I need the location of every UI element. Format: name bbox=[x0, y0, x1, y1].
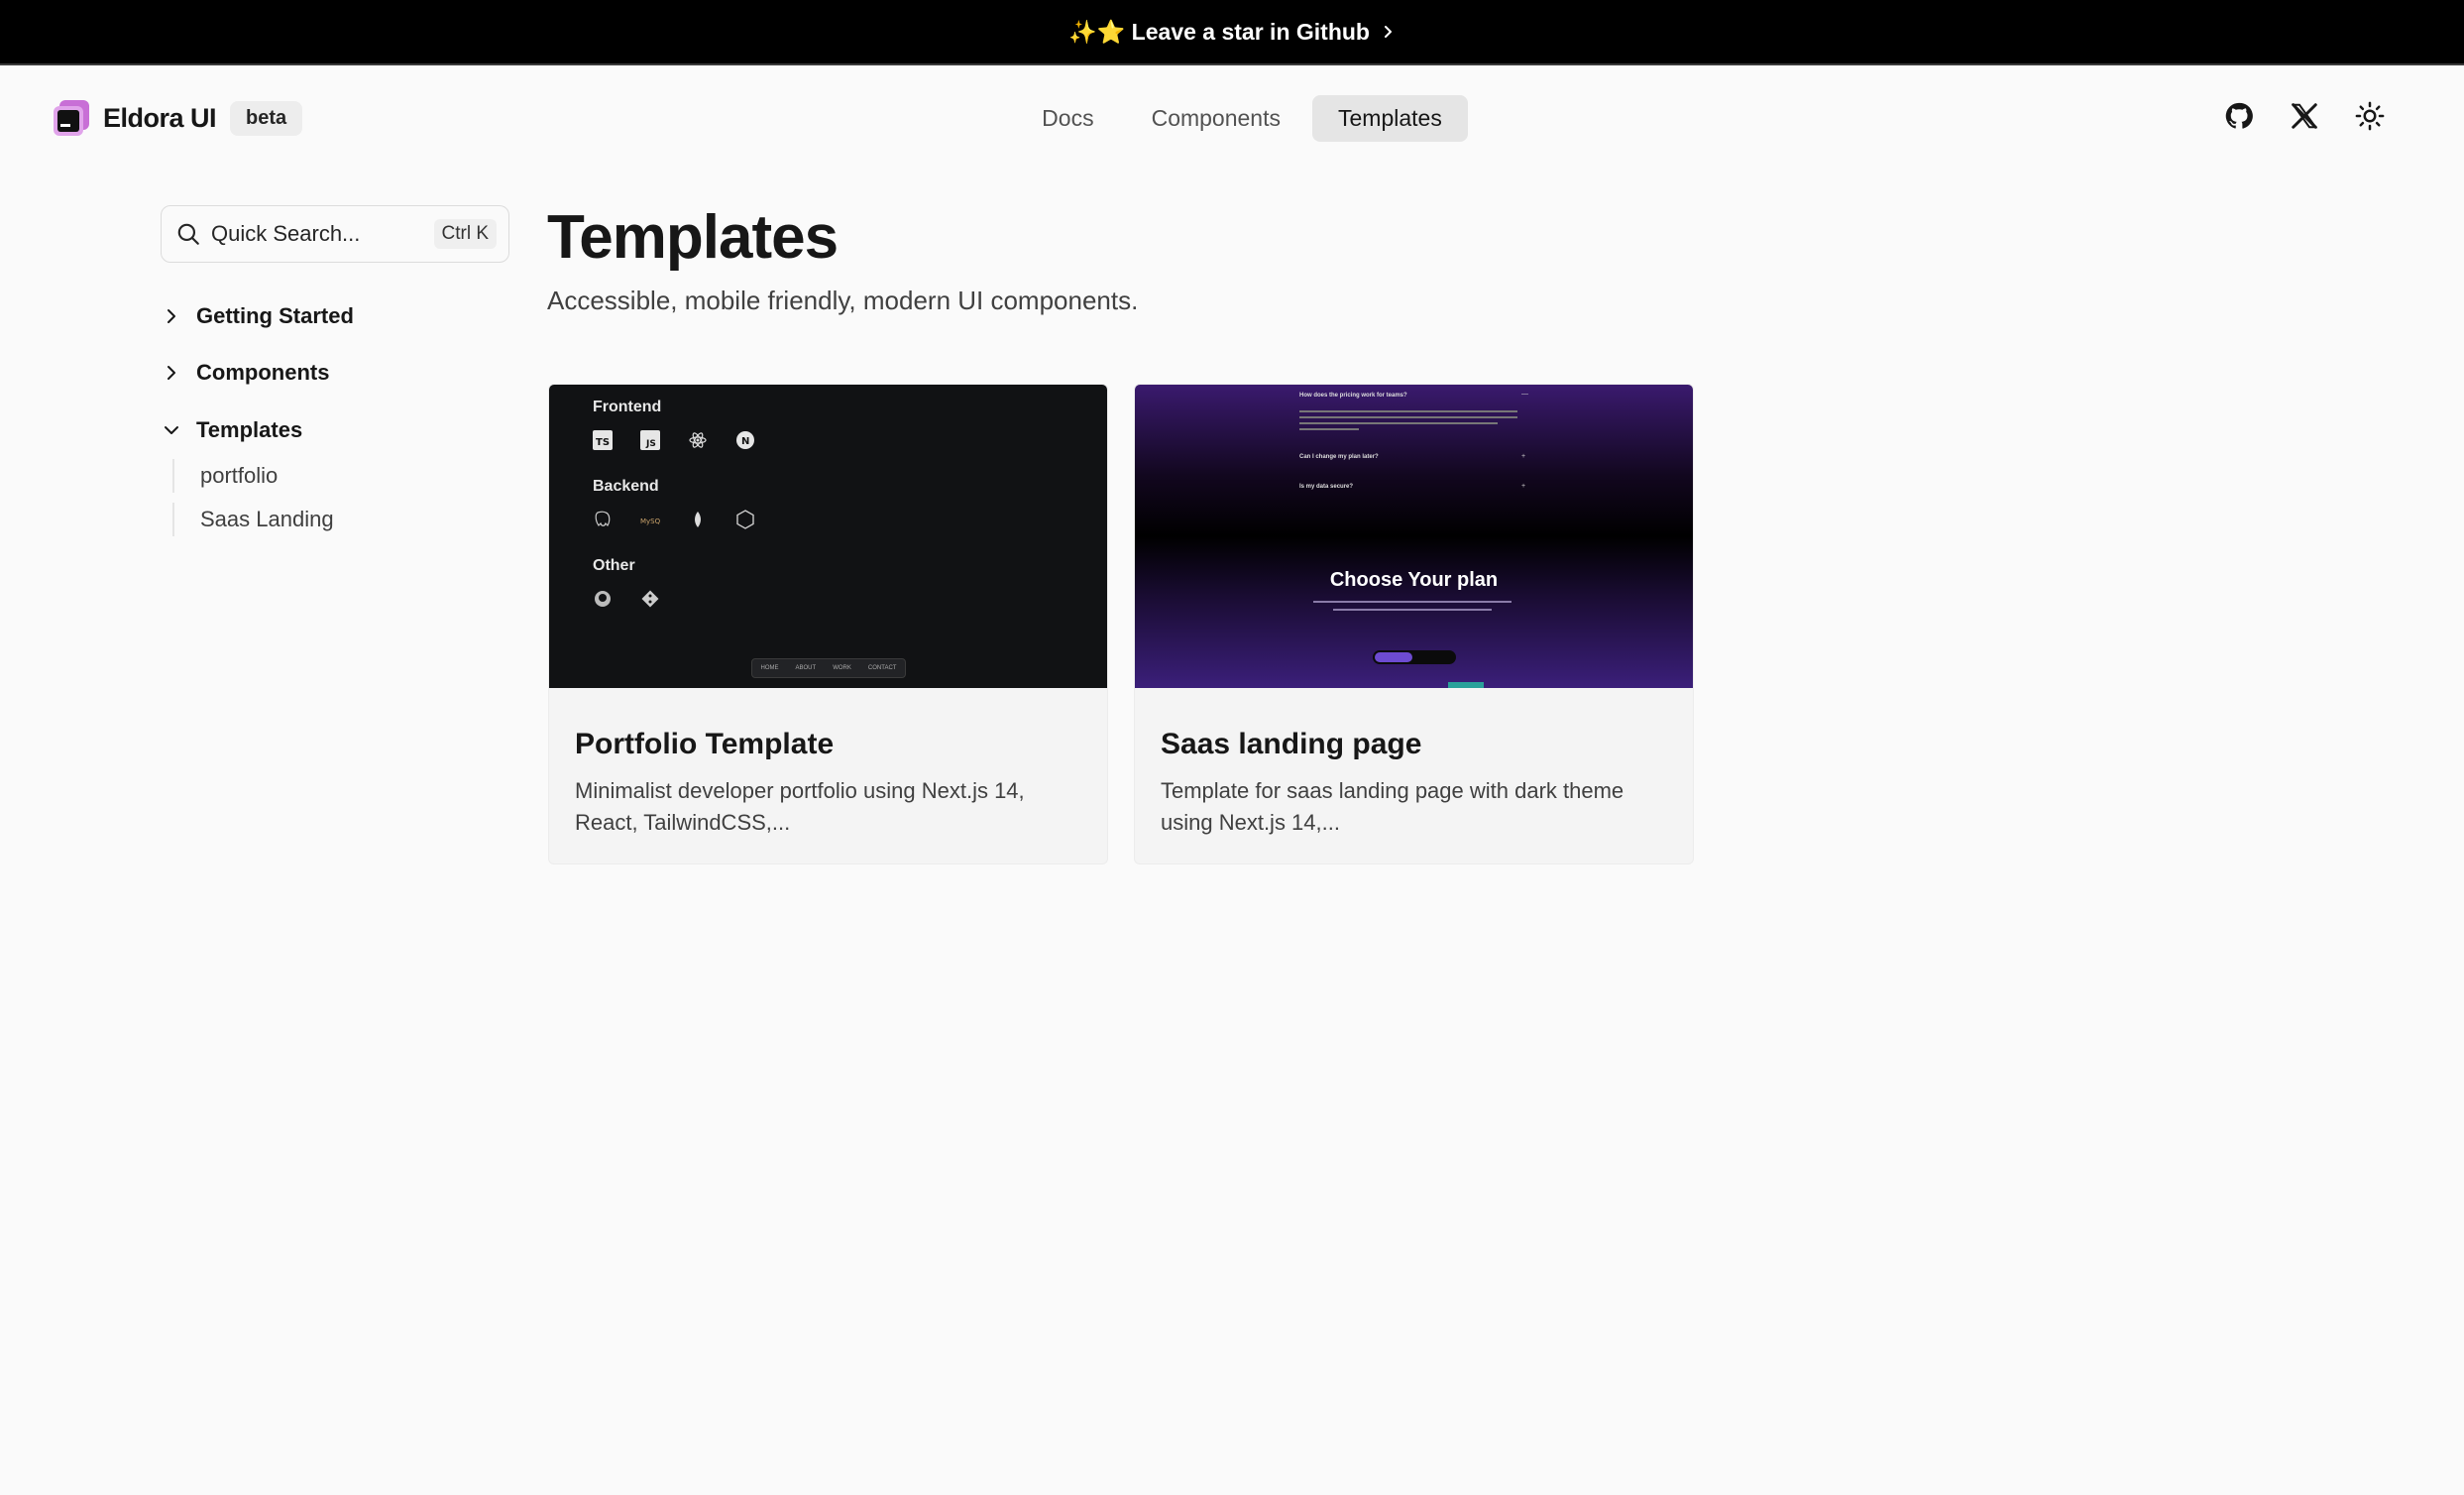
github-icon bbox=[595, 591, 611, 607]
plus-icon: + bbox=[1521, 453, 1526, 460]
preview-faq-answer-line bbox=[1299, 410, 1517, 412]
sidebar-section-label: Components bbox=[196, 360, 330, 385]
github-star-banner[interactable]: ✨⭐ Leave a star in Github bbox=[0, 0, 2464, 65]
search-placeholder: Quick Search... bbox=[211, 221, 361, 246]
quick-search-button[interactable]: Quick Search... Ctrl K bbox=[161, 205, 509, 263]
svg-text:MySQL: MySQL bbox=[640, 518, 660, 525]
banner-text: ✨⭐ Leave a star in Github bbox=[1068, 18, 1370, 45]
preview-faq-question: How does the pricing work for teams? bbox=[1299, 393, 1407, 399]
minus-icon: — bbox=[1521, 391, 1528, 398]
nodejs-icon bbox=[736, 510, 754, 529]
preview-heading: Choose Your plan bbox=[1329, 569, 1499, 591]
mysql-icon: MySQL bbox=[640, 518, 660, 525]
svg-text:TS: TS bbox=[596, 437, 610, 448]
sidebar-section-label: Templates bbox=[196, 417, 303, 442]
theme-toggle-sun-icon[interactable] bbox=[2355, 101, 2385, 131]
git-icon bbox=[641, 590, 659, 608]
chevron-down-icon bbox=[165, 426, 178, 434]
preview-nav-item: HOME bbox=[760, 665, 779, 671]
preview-faq-question: Is my data secure? bbox=[1299, 484, 1354, 490]
search-shortcut-kbd: Ctrl K bbox=[433, 219, 497, 249]
preview-accent-bar bbox=[1448, 682, 1484, 688]
preview-faq-answer-line bbox=[1299, 416, 1517, 418]
portfolio-preview-image: Frontend TS JS N Backend MySQL Other HOM… bbox=[549, 385, 1107, 688]
preview-nav-item: WORK bbox=[833, 665, 851, 671]
javascript-icon: JS bbox=[640, 430, 660, 450]
card-title: Saas landing page bbox=[1161, 728, 1422, 760]
sidebar-section-label: Getting Started bbox=[196, 303, 354, 328]
preview-billing-toggle bbox=[1373, 650, 1456, 664]
preview-subtext-line bbox=[1333, 609, 1492, 611]
preview-label: Other bbox=[593, 557, 635, 574]
preview-navbar: HOME ABOUT WORK CONTACT bbox=[751, 658, 906, 678]
template-card-portfolio[interactable]: Frontend TS JS N Backend MySQL Other HOM… bbox=[548, 384, 1108, 864]
nav-templates[interactable]: Templates bbox=[1312, 95, 1468, 142]
typescript-icon: TS bbox=[593, 430, 613, 450]
nav-components[interactable]: Components bbox=[1126, 95, 1306, 142]
chevron-right-icon bbox=[1384, 26, 1392, 38]
preview-faq-answer-line bbox=[1299, 422, 1498, 424]
nav-docs[interactable]: Docs bbox=[1016, 95, 1119, 142]
preview-faq-answer-line bbox=[1299, 428, 1359, 430]
svg-text:JS: JS bbox=[645, 439, 656, 449]
card-description: Minimalist developer portfolio using Nex… bbox=[575, 778, 1025, 835]
x-twitter-icon[interactable] bbox=[2290, 101, 2319, 131]
sidebar-item-portfolio[interactable]: portfolio bbox=[172, 459, 278, 493]
saas-preview-image: How does the pricing work for teams? — C… bbox=[1135, 385, 1693, 688]
sidebar-section-components[interactable]: Components bbox=[161, 360, 329, 386]
card-description: Template for saas landing page with dark… bbox=[1161, 778, 1624, 835]
nextjs-icon: N bbox=[736, 431, 754, 449]
sidebar-section-templates[interactable]: Templates bbox=[161, 417, 302, 443]
mongodb-icon bbox=[695, 512, 701, 527]
header-actions bbox=[2224, 101, 2385, 131]
chevron-right-icon bbox=[168, 366, 175, 380]
preview-faq-question: Can I change my plan later? bbox=[1299, 454, 1379, 460]
search-icon bbox=[177, 223, 199, 245]
preview-subtext-line bbox=[1313, 601, 1512, 603]
sidebar-item-saas-landing[interactable]: Saas Landing bbox=[172, 503, 334, 536]
top-header: Eldora UI beta Docs Components Templates bbox=[0, 65, 2464, 169]
main-nav: Docs Components Templates bbox=[0, 95, 2464, 142]
page-title: Templates bbox=[547, 203, 839, 272]
svg-text:N: N bbox=[741, 436, 749, 447]
plus-icon: + bbox=[1521, 483, 1526, 490]
preview-nav-item: ABOUT bbox=[795, 665, 817, 671]
preview-nav-item: CONTACT bbox=[867, 665, 897, 671]
preview-label: Frontend bbox=[593, 399, 662, 415]
postgresql-icon bbox=[595, 511, 611, 526]
sidebar-section-getting-started[interactable]: Getting Started bbox=[161, 303, 354, 329]
github-icon[interactable] bbox=[2224, 101, 2254, 131]
chevron-right-icon bbox=[168, 309, 175, 323]
preview-label: Backend bbox=[593, 478, 659, 495]
react-icon bbox=[689, 432, 707, 448]
page-subtitle: Accessible, mobile friendly, modern UI c… bbox=[547, 286, 1139, 315]
card-title: Portfolio Template bbox=[575, 728, 835, 760]
template-card-saas-landing[interactable]: How does the pricing work for teams? — C… bbox=[1134, 384, 1694, 864]
